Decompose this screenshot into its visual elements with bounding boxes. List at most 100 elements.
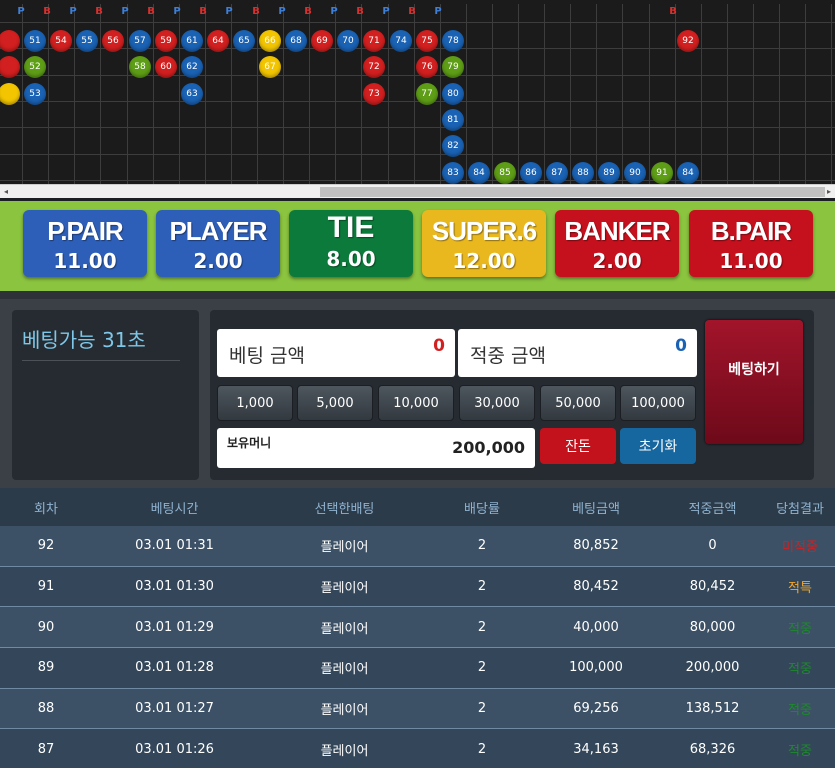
bet-input-box: 베팅 금액 0 적중 금액 0 1,000 5,000 10,000 30,00… <box>210 310 814 480</box>
bet-ppair-button[interactable]: P.PAIR 11.00 <box>23 210 147 277</box>
road-header-player: P <box>434 6 442 17</box>
column-header: 회차 <box>34 501 58 517</box>
bet-player-button[interactable]: PLAYER 2.00 <box>156 210 280 277</box>
cell-time: 03.01 01:30 <box>135 579 214 595</box>
road-ball: 61 <box>181 30 203 52</box>
road-ball: 85 <box>494 162 516 184</box>
road-header-banker: B <box>408 6 416 17</box>
road-ball: 58 <box>129 56 151 78</box>
road-ball: 84 <box>677 162 699 184</box>
change-button[interactable]: 잔돈 <box>540 428 616 464</box>
reset-button[interactable]: 초기화 <box>620 428 696 464</box>
divider <box>22 360 180 361</box>
cell-pick: 플레이어 <box>320 703 369 719</box>
road-ball: 63 <box>181 83 203 105</box>
chip-5000-button[interactable]: 5,000 <box>297 385 373 421</box>
cell-result: 적중 <box>788 662 812 678</box>
place-bet-button[interactable]: 베팅하기 <box>705 320 803 444</box>
bet-tie-button[interactable]: TIE 8.00 <box>289 210 413 277</box>
road-header-player: P <box>173 6 181 17</box>
road-ball: 74 <box>390 30 412 52</box>
chip-100000-button[interactable]: 100,000 <box>620 385 696 421</box>
road-ball: 59 <box>155 30 177 52</box>
road-header-player: P <box>17 6 25 17</box>
win-amount-label: 적중 금액 <box>470 345 546 367</box>
cell-round: 87 <box>37 741 55 757</box>
bet-name: PLAYER <box>169 216 267 246</box>
column-header: 당첨결과 <box>776 501 824 517</box>
road-ball: 66 <box>259 30 281 52</box>
balance-value: 200,000 <box>452 438 525 457</box>
win-amount-value: 0 <box>675 336 687 356</box>
cell-time: 03.01 01:29 <box>135 619 214 635</box>
table-row: 89 03.01 01:28 플레이어 2 100,000 200,000 적중 <box>0 648 835 689</box>
cell-result: 적특 <box>788 581 812 597</box>
scroll-right-arrow-icon[interactable]: ▸ <box>827 187 831 196</box>
road-ball: 52 <box>24 56 46 78</box>
table-row: 90 03.01 01:29 플레이어 2 40,000 80,000 적중 <box>0 607 835 649</box>
road-ball: 86 <box>520 162 542 184</box>
road-ball: 65 <box>233 30 255 52</box>
bet-options-bar: P.PAIR 11.00 PLAYER 2.00 TIE 8.00 SUPER.… <box>0 201 835 291</box>
column-header: 베팅시간 <box>150 501 199 517</box>
road-header-player: P <box>69 6 77 17</box>
road-header-banker: B <box>252 6 260 17</box>
bet-odds: 2.00 <box>193 249 243 273</box>
cell-bet: 80,852 <box>573 538 619 554</box>
chip-50000-button[interactable]: 50,000 <box>540 385 616 421</box>
bet-bpair-button[interactable]: B.PAIR 11.00 <box>689 210 813 277</box>
cell-bet: 69,256 <box>573 701 619 717</box>
bet-name: P.PAIR <box>47 216 123 246</box>
road-ball: 90 <box>624 162 646 184</box>
scroll-thumb[interactable] <box>320 187 825 197</box>
road-ball: 55 <box>76 30 98 52</box>
cell-pick: 플레이어 <box>320 540 369 556</box>
chip-10000-button[interactable]: 10,000 <box>378 385 454 421</box>
road-ball: 51 <box>24 30 46 52</box>
cell-time: 03.01 01:26 <box>135 741 214 757</box>
horizontal-scrollbar[interactable]: ◂ ▸ <box>0 184 835 198</box>
countdown-box: 베팅가능 31초 <box>12 310 199 480</box>
cell-time: 03.01 01:27 <box>135 701 214 717</box>
bet-super6-button[interactable]: SUPER.6 12.00 <box>422 210 546 277</box>
bet-odds: 11.00 <box>719 249 783 273</box>
road-ball: 75 <box>416 30 438 52</box>
road-header-player: P <box>382 6 390 17</box>
chip-1000-button[interactable]: 1,000 <box>217 385 293 421</box>
road-ball: 79 <box>442 56 464 78</box>
cell-odds: 2 <box>477 701 487 717</box>
bet-banker-button[interactable]: BANKER 2.00 <box>555 210 679 277</box>
cell-odds: 2 <box>477 538 487 554</box>
cell-time: 03.01 01:28 <box>135 660 214 676</box>
road-header-banker: B <box>43 6 51 17</box>
cell-round: 91 <box>37 579 55 595</box>
road-header-banker: B <box>669 6 677 17</box>
table-row: 91 03.01 01:30 플레이어 2 80,452 80,452 적특 <box>0 566 835 608</box>
win-amount-field: 적중 금액 0 <box>458 329 697 377</box>
road-header-player: P <box>330 6 338 17</box>
road-ball: 89 <box>598 162 620 184</box>
road-ball: 82 <box>442 135 464 157</box>
cell-win: 200,000 <box>685 660 740 676</box>
road-ball: 60 <box>155 56 177 78</box>
road-header-banker: B <box>356 6 364 17</box>
cell-odds: 2 <box>477 660 487 676</box>
road-header-banker: B <box>199 6 207 17</box>
table-header: 회차 베팅시간 선택한배팅 배당률 베팅금액 적중금액 당첨결과 <box>0 488 835 526</box>
road-ball: 73 <box>363 83 385 105</box>
scroll-left-arrow-icon[interactable]: ◂ <box>4 187 8 196</box>
road-ball: 68 <box>285 30 307 52</box>
road-header-banker: B <box>95 6 103 17</box>
bet-name: BANKER <box>564 216 670 246</box>
betting-countdown: 베팅가능 31초 <box>22 328 146 352</box>
bet-name: TIE <box>327 211 375 244</box>
chip-30000-button[interactable]: 30,000 <box>459 385 535 421</box>
bet-name: B.PAIR <box>710 216 792 246</box>
bet-amount-label: 베팅 금액 <box>229 345 305 367</box>
road-header-banker: B <box>304 6 312 17</box>
betting-panel: 베팅가능 31초 베팅 금액 0 적중 금액 0 1,000 5,000 10,… <box>0 291 835 488</box>
cell-win: 0 <box>708 538 717 554</box>
bet-odds: 12.00 <box>452 249 516 273</box>
road-map: PBPBPBPBPBPBPBPBPB 51 54 55 56 57 59 61 64 65 66 6… <box>0 0 835 184</box>
cell-bet: 80,452 <box>573 579 619 595</box>
